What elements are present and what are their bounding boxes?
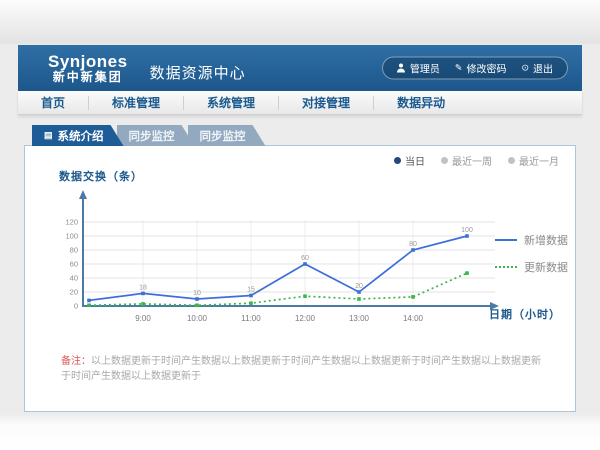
app-window: Synjones 新中新集团 数据资源中心 管理员 ✎ 修改密码 ⊙ 退出 [18,45,582,412]
svg-text:120: 120 [65,218,78,227]
y-axis-title: 数据交换（条） [59,168,143,184]
user-menu: 管理员 ✎ 修改密码 ⊙ 退出 [382,57,568,80]
nav-item-standard-mgmt[interactable]: 标准管理 [89,96,184,110]
svg-text:80: 80 [409,241,417,248]
range-filter-group: 当日 最近一周 最近一月 [394,153,559,168]
radio-today[interactable]: 当日 [394,153,425,168]
radio-dot [508,157,515,164]
document-icon: ▤ [44,131,53,140]
svg-text:9:00: 9:00 [135,314,151,323]
footnote: 备注：以上数据更新于时间产生数据以上数据更新于时间产生数据以上数据更新于时间产生… [61,354,545,384]
svg-text:100: 100 [461,227,473,234]
svg-text:12:00: 12:00 [295,314,316,323]
radio-dot [441,157,448,164]
change-password-button[interactable]: ✎ 修改密码 [455,61,507,76]
footnote-label: 备注： [61,356,91,367]
tab-sync-monitor-2[interactable]: 同步监控 [188,125,266,146]
tab-label: 同步监控 [200,128,246,144]
legend-item-updated-data: 更新数据 [495,259,568,275]
nav-item-interface-mgmt[interactable]: 对接管理 [279,96,374,110]
power-icon: ⊙ [521,64,529,73]
app-header: Synjones 新中新集团 数据资源中心 管理员 ✎ 修改密码 ⊙ 退出 [18,45,582,91]
dotted-line-swatch [495,266,517,268]
svg-text:10: 10 [193,290,201,297]
solid-line-swatch [495,239,517,241]
radio-dot-selected [394,157,401,164]
tab-sync-monitor-1[interactable]: 同步监控 [117,125,195,146]
nav-item-data-change[interactable]: 数据异动 [374,96,468,110]
page-title: 数据资源中心 [150,62,246,83]
legend-label-updated-data: 更新数据 [524,259,568,275]
logo-company-name: 新中新集团 [48,71,128,84]
user-name-label: 管理员 [410,61,440,76]
line-chart: 0 20 40 60 80 100 120 9:00 10:00 11:00 12:00 13:00 1… [53,186,513,336]
logout-button[interactable]: ⊙ 退出 [521,61,553,76]
tab-system-intro[interactable]: ▤ 系统介绍 [32,125,124,146]
radio-today-label: 当日 [405,153,425,168]
legend-label-new-data: 新增数据 [524,232,568,248]
page-background: Synjones 新中新集团 数据资源中心 管理员 ✎ 修改密码 ⊙ 退出 [0,0,600,450]
svg-text:100: 100 [65,232,78,241]
svg-text:0: 0 [74,302,78,311]
radio-last-week[interactable]: 最近一周 [441,153,492,168]
svg-text:60: 60 [301,255,309,262]
svg-text:18: 18 [139,284,147,291]
content-panel: 当日 最近一周 最近一月 数据交换（条） 0 20 40 60 80 100 120 9:00… [24,145,576,412]
svg-text:10:00: 10:00 [187,314,208,323]
nav-item-system-mgmt[interactable]: 系统管理 [184,96,279,110]
tab-label: 同步监控 [129,128,175,144]
chart-legend: 新增数据 更新数据 [495,232,568,275]
svg-text:40: 40 [70,274,78,283]
svg-text:20: 20 [70,288,78,297]
tab-bar: ▤ 系统介绍 同步监控 同步监控 [32,125,582,146]
main-nav: 首页 标准管理 系统管理 对接管理 数据异动 [18,91,582,115]
x-axis-title: 日期（小时） [489,306,561,322]
radio-last-month-label: 最近一月 [519,153,559,168]
svg-text:15: 15 [247,287,255,294]
svg-text:11:00: 11:00 [241,314,261,323]
footnote-text: 以上数据更新于时间产生数据以上数据更新于时间产生数据以上数据更新于时间产生数据以… [61,356,541,382]
user-account-button[interactable]: 管理员 [397,61,440,76]
logo-wordmark: Synjones [48,53,128,71]
svg-text:20: 20 [355,283,363,290]
tab-label: 系统介绍 [58,128,104,144]
svg-text:60: 60 [70,260,78,269]
legend-item-new-data: 新增数据 [495,232,568,248]
logo: Synjones 新中新集团 [48,53,128,83]
edit-icon: ✎ [455,64,463,73]
nav-item-home[interactable]: 首页 [18,96,89,110]
user-icon [397,64,406,73]
svg-text:14:00: 14:00 [403,314,424,323]
change-password-label: 修改密码 [466,61,506,76]
radio-last-month[interactable]: 最近一月 [508,153,559,168]
svg-text:13:00: 13:00 [349,314,370,323]
radio-last-week-label: 最近一周 [452,153,492,168]
svg-text:80: 80 [70,246,78,255]
logout-label: 退出 [533,61,553,76]
